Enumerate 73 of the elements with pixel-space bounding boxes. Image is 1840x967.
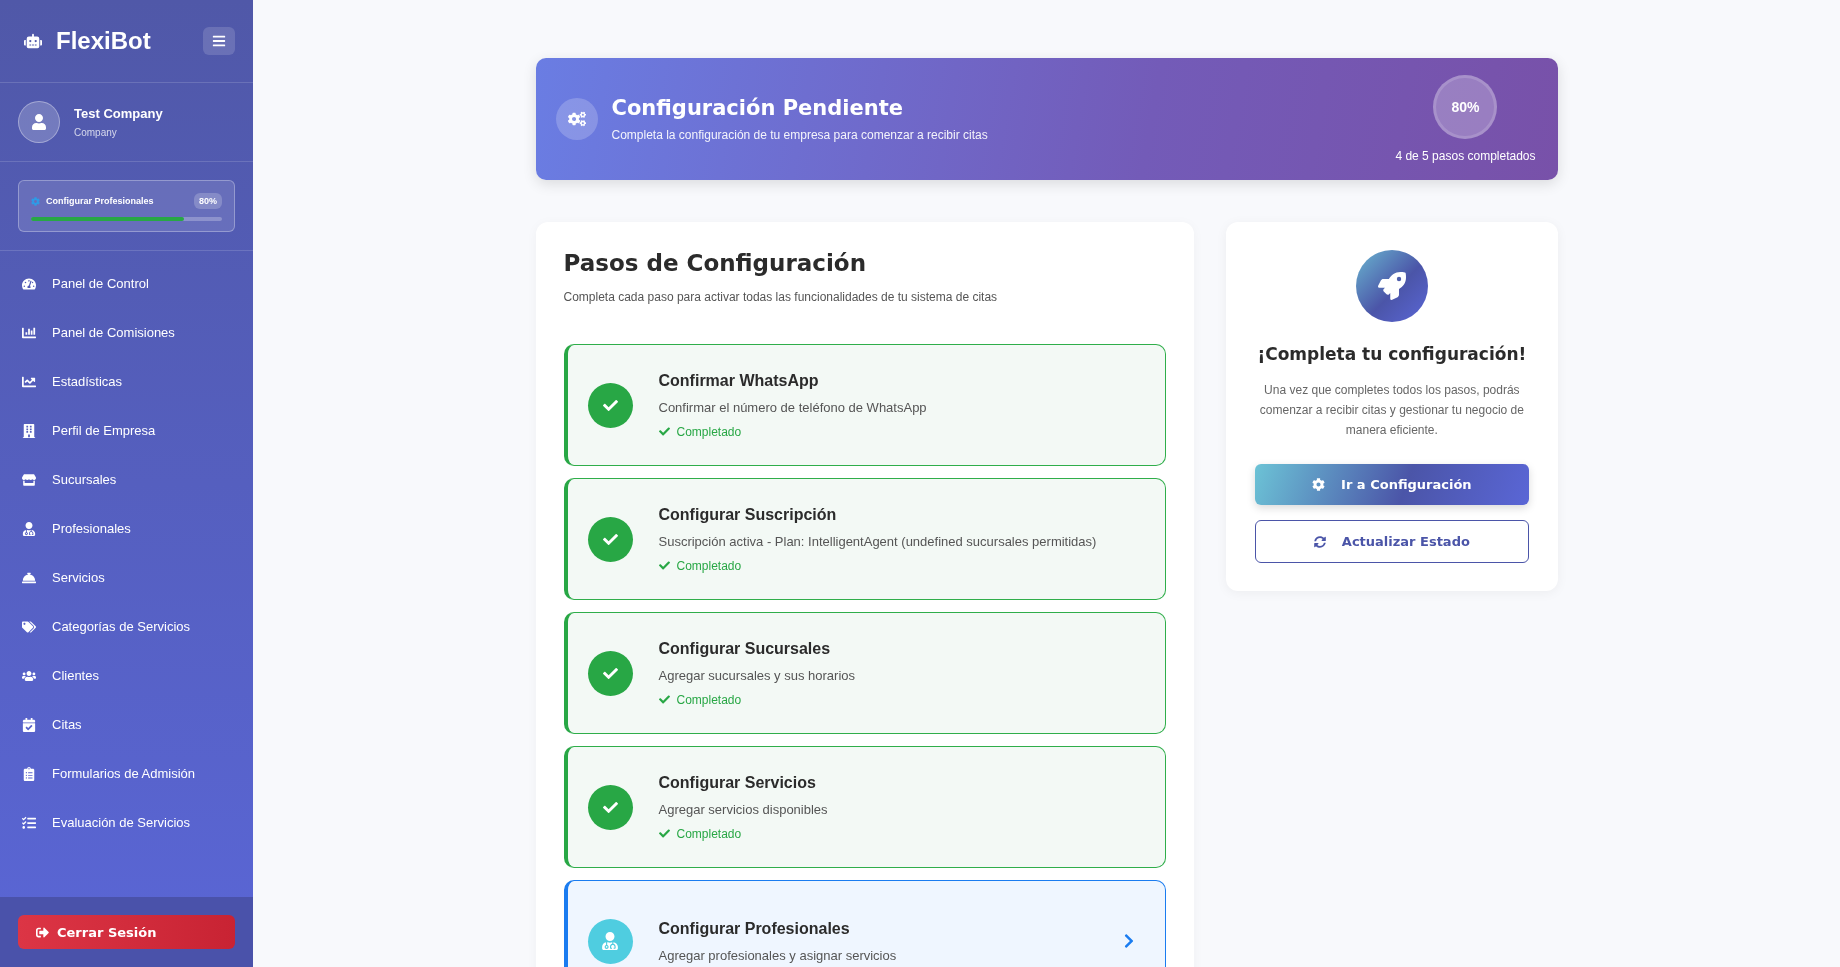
- clipboard-icon: [22, 766, 36, 781]
- steps-subtitle: Completa cada paso para activar todas las funcionalidades de tu sistema de citas: [563, 290, 999, 304]
- menu-button[interactable]: [203, 27, 235, 55]
- store-icon: [22, 472, 36, 487]
- banner-subtitle: Completa la configuración de tu empresa para comenzar a recibir citas: [611, 128, 989, 142]
- progress-ring: 80%: [1433, 75, 1498, 139]
- step-status: Completado: [658, 424, 1138, 439]
- setup-step[interactable]: Configurar Profesionales Agregar profesionales y asignar servicios: [563, 880, 1167, 967]
- calendar-check-icon: [22, 717, 36, 732]
- robot-logo-icon: [24, 32, 42, 50]
- step-status: Completado: [658, 826, 1138, 841]
- service-bell-icon: [22, 570, 36, 585]
- step-title: Confirmar WhatsApp: [658, 371, 820, 390]
- step-title: Configurar Sucursales: [658, 639, 832, 658]
- banner-title: Configuración Pendiente: [611, 96, 904, 120]
- user-role: Company: [74, 127, 118, 138]
- go-to-settings-button[interactable]: Ir a Configuración: [1255, 464, 1529, 505]
- step-description: Agregar profesionales y asignar servicios: [658, 947, 898, 963]
- check-icon: [587, 516, 633, 562]
- check-icon: [658, 560, 670, 571]
- step-title: Configurar Suscripción: [658, 505, 838, 524]
- nav-item[interactable]: Citas: [0, 700, 253, 749]
- nav-item[interactable]: Perfil de Empresa: [0, 406, 253, 455]
- gears-icon: [555, 98, 598, 140]
- nav-item[interactable]: Categorías de Servicios: [0, 602, 253, 651]
- check-icon: [587, 382, 633, 428]
- step-title: Configurar Servicios: [658, 773, 817, 792]
- progress-label: Configurar Profesionales: [46, 196, 155, 206]
- step-description: Agregar sucursales y sus horarios: [658, 667, 857, 683]
- doctor-icon: [22, 521, 36, 536]
- progress-percent: 80%: [194, 193, 222, 209]
- nav-item[interactable]: Servicios: [0, 553, 253, 602]
- settings-icon: [1312, 478, 1326, 491]
- nav-item[interactable]: Sucursales: [0, 455, 253, 504]
- doctor-icon: [587, 918, 633, 964]
- step-title: Configurar Profesionales: [658, 919, 851, 938]
- user-avatar: [18, 101, 60, 143]
- step-description: Agregar servicios disponibles: [658, 801, 829, 817]
- refresh-icon: [1313, 535, 1326, 548]
- refresh-status-button[interactable]: Actualizar Estado: [1255, 520, 1529, 563]
- cta-text: Una vez que completes todos los pasos, podrás comenzar a recibir citas y gestionar tu negocio de manera eficiente.: [1258, 382, 1525, 439]
- gauge-icon: [22, 276, 36, 291]
- check-icon: [658, 426, 670, 437]
- check-icon: [658, 694, 670, 705]
- nav-item[interactable]: Estadísticas: [0, 357, 253, 406]
- step-description: Suscripción activa - Plan: IntelligentAgent (undefined sucursales permitidas): [658, 533, 1098, 549]
- user-name: Test Company: [74, 106, 163, 121]
- users-icon: [22, 668, 36, 683]
- settings-icon: [31, 196, 40, 206]
- menu-icon: [212, 34, 226, 48]
- nav-item[interactable]: Evaluación de Servicios: [0, 798, 253, 847]
- brand-name: FlexiBot: [56, 27, 152, 55]
- step-status: Completado: [658, 558, 1138, 573]
- nav-item[interactable]: Clientes: [0, 651, 253, 700]
- nav-item[interactable]: Profesionales: [0, 504, 253, 553]
- building-icon: [22, 423, 36, 438]
- check-icon: [587, 650, 633, 696]
- nav-item[interactable]: Panel de Control: [0, 259, 253, 308]
- nav-item[interactable]: Panel de Comisiones: [0, 308, 253, 357]
- step-status: Completado: [658, 692, 1138, 707]
- nav-item[interactable]: Formularios de Admisión: [0, 749, 253, 798]
- tags-icon: [22, 619, 36, 634]
- line-chart-icon: [22, 374, 36, 389]
- steps-title: Pasos de Configuración: [563, 250, 867, 276]
- step-description: Confirmar el número de teléfono de WhatsApp: [658, 399, 928, 415]
- logout-icon: [36, 925, 49, 939]
- checklist-icon: [22, 815, 36, 830]
- check-icon: [658, 828, 670, 839]
- steps-count: 4 de 5 pasos completados: [1395, 149, 1536, 163]
- logout-button[interactable]: Cerrar Sesión: [18, 915, 235, 949]
- check-icon: [587, 784, 633, 830]
- bar-chart-icon: [22, 325, 36, 340]
- cta-title: ¡Completa tu configuración!: [1257, 344, 1527, 364]
